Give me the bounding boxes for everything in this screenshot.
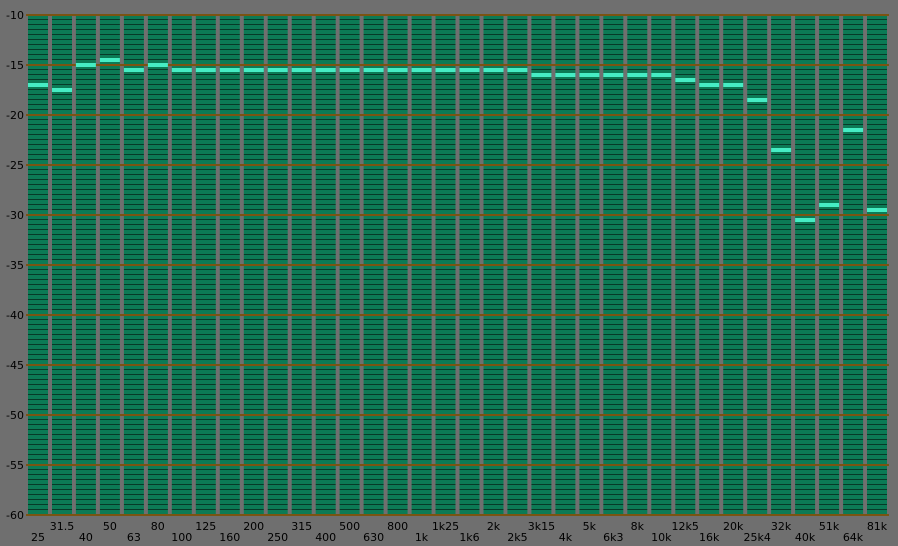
x-tick-label: 80 <box>151 520 165 533</box>
y-tick-label: -40 <box>6 309 24 322</box>
x-tick-label: 200 <box>243 520 264 533</box>
peak-marker-500 <box>339 68 360 72</box>
gridline <box>26 114 889 116</box>
peak-marker-8k <box>627 73 648 77</box>
x-tick-label: 100 <box>171 531 192 544</box>
peak-marker-4k <box>555 73 576 77</box>
peak-marker-2k5 <box>507 68 528 72</box>
peak-marker-160 <box>219 68 240 72</box>
x-tick-label: 50 <box>103 520 117 533</box>
gridline <box>26 314 889 316</box>
x-tick-label: 400 <box>315 531 336 544</box>
peak-marker-250 <box>267 68 288 72</box>
y-tick-label: -20 <box>6 109 24 122</box>
y-tick-label: -15 <box>6 59 24 72</box>
peak-marker-31.5 <box>52 88 72 92</box>
x-tick-label: 4k <box>559 531 573 544</box>
y-tick-label: -55 <box>6 459 24 472</box>
peak-marker-6k3 <box>603 73 624 77</box>
x-tick-label: 800 <box>387 520 408 533</box>
peak-marker-25k4 <box>747 98 768 102</box>
x-tick-label: 250 <box>267 531 288 544</box>
peak-marker-200 <box>243 68 264 72</box>
x-tick-label: 2k5 <box>507 531 527 544</box>
x-tick-label: 31.5 <box>50 520 75 533</box>
x-tick-label: 630 <box>363 531 384 544</box>
peak-marker-16k <box>699 83 720 87</box>
peak-marker-2k <box>483 68 504 72</box>
x-tick-label: 2k <box>487 520 501 533</box>
x-tick-label: 64k <box>843 531 864 544</box>
peak-marker-400 <box>315 68 336 72</box>
peak-marker-1k6 <box>459 68 480 72</box>
gridline <box>26 464 889 466</box>
gridline <box>26 214 889 216</box>
gridline <box>26 264 889 266</box>
peak-marker-3k15 <box>531 73 552 77</box>
peak-marker-40k <box>795 218 816 222</box>
peak-marker-315 <box>291 68 312 72</box>
peak-marker-125 <box>195 68 216 72</box>
x-tick-label: 51k <box>819 520 840 533</box>
x-tick-label: 3k15 <box>528 520 555 533</box>
gridline <box>26 14 889 16</box>
peak-marker-5k <box>579 73 600 77</box>
y-tick-label: -45 <box>6 359 24 372</box>
peak-marker-63 <box>123 68 144 72</box>
gridline <box>26 164 889 166</box>
peak-marker-100 <box>171 68 192 72</box>
peak-marker-50 <box>99 58 120 62</box>
x-tick-label: 1k <box>415 531 429 544</box>
peak-marker-1k <box>411 68 432 72</box>
peak-marker-80 <box>147 63 168 67</box>
x-tick-label: 125 <box>195 520 216 533</box>
x-tick-label: 1k25 <box>432 520 459 533</box>
y-tick-label: -50 <box>6 409 24 422</box>
x-tick-label: 6k3 <box>603 531 623 544</box>
y-tick-label: -25 <box>6 159 24 172</box>
peak-marker-81k <box>867 208 887 212</box>
x-tick-label: 315 <box>291 520 312 533</box>
peak-marker-800 <box>387 68 408 72</box>
gridline <box>26 414 889 416</box>
x-tick-label: 32k <box>771 520 792 533</box>
gridline <box>26 364 889 366</box>
x-tick-label: 12k5 <box>672 520 699 533</box>
x-tick-label: 40k <box>795 531 816 544</box>
peak-marker-40 <box>75 63 96 67</box>
peak-marker-51k <box>819 203 840 207</box>
x-tick-label: 1k6 <box>459 531 479 544</box>
y-tick-label: -30 <box>6 209 24 222</box>
y-tick-label: -10 <box>6 9 24 22</box>
x-tick-label: 16k <box>699 531 720 544</box>
peak-marker-630 <box>363 68 384 72</box>
x-tick-label: 10k <box>651 531 672 544</box>
y-tick-label: -35 <box>6 259 24 272</box>
x-tick-label: 40 <box>79 531 93 544</box>
spectrum-analyzer-chart: -10 -15 -20 -25 -30 -35 -40 -45 -50 -55 -60 25 31.5… <box>0 0 898 546</box>
x-tick-label: 63 <box>127 531 141 544</box>
peak-marker-10k <box>651 73 672 77</box>
x-tick-label: 160 <box>219 531 240 544</box>
peak-marker-64k <box>843 128 864 132</box>
x-tick-label: 81k <box>867 520 888 533</box>
x-tick-label: 20k <box>723 520 744 533</box>
peak-marker-12k5 <box>675 78 696 82</box>
peak-marker-32k <box>771 148 792 152</box>
x-tick-label: 500 <box>339 520 360 533</box>
gridline <box>26 514 889 516</box>
x-tick-label: 8k <box>631 520 645 533</box>
peak-marker-25 <box>28 83 48 87</box>
x-tick-label: 5k <box>583 520 597 533</box>
x-tick-label: 25k4 <box>744 531 771 544</box>
peak-marker-1k25 <box>435 68 456 72</box>
peak-marker-20k <box>723 83 744 87</box>
y-tick-label: -60 <box>6 509 24 522</box>
x-tick-label: 25 <box>31 531 45 544</box>
